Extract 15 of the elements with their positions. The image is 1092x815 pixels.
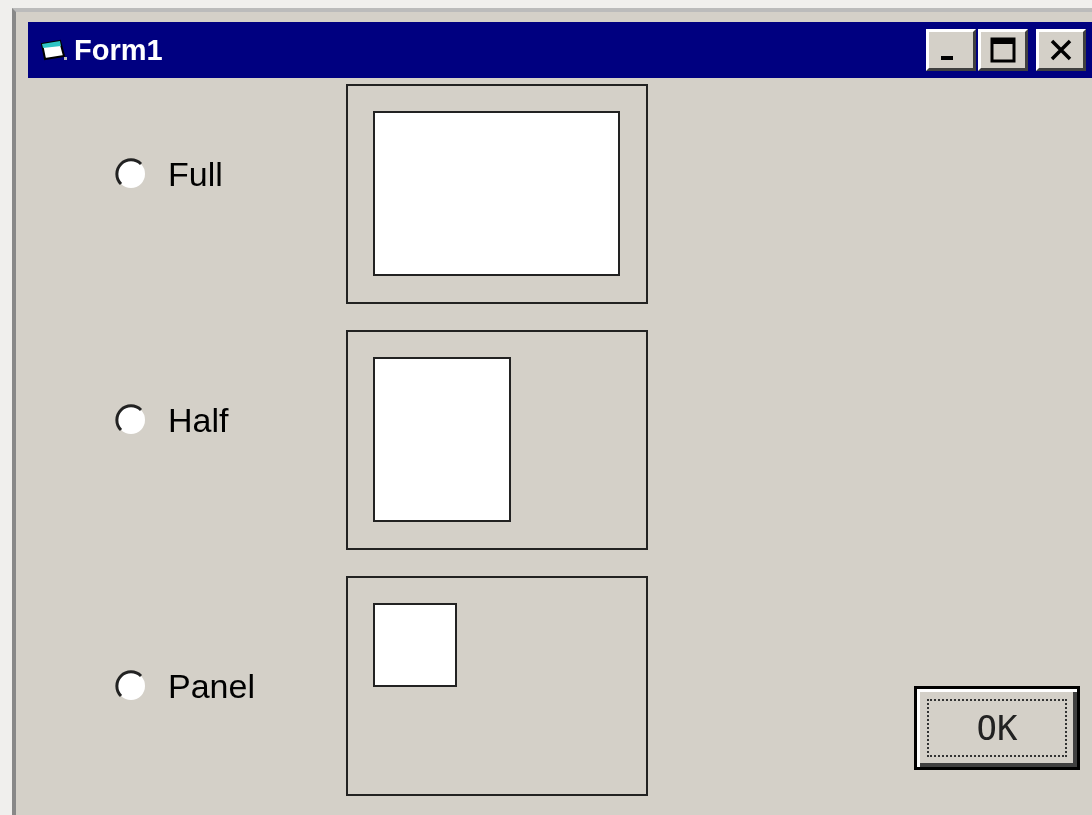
radio-button[interactable]: Full — [28, 154, 346, 194]
radio-icon — [114, 403, 148, 437]
radio-button[interactable]: Panel — [28, 666, 346, 706]
radio-icon — [114, 157, 148, 191]
close-button[interactable] — [1036, 29, 1086, 71]
radio-icon — [114, 669, 148, 703]
window-title: Form1 — [74, 33, 163, 67]
maximize-button[interactable] — [978, 29, 1028, 71]
form-icon — [40, 38, 68, 62]
ok-button[interactable]: OK — [914, 686, 1080, 770]
minimize-button[interactable] — [926, 29, 976, 71]
radio-button[interactable]: Half — [28, 400, 346, 440]
maximize-icon — [990, 37, 1016, 63]
minimize-icon — [941, 56, 953, 60]
close-icon — [1049, 38, 1073, 62]
